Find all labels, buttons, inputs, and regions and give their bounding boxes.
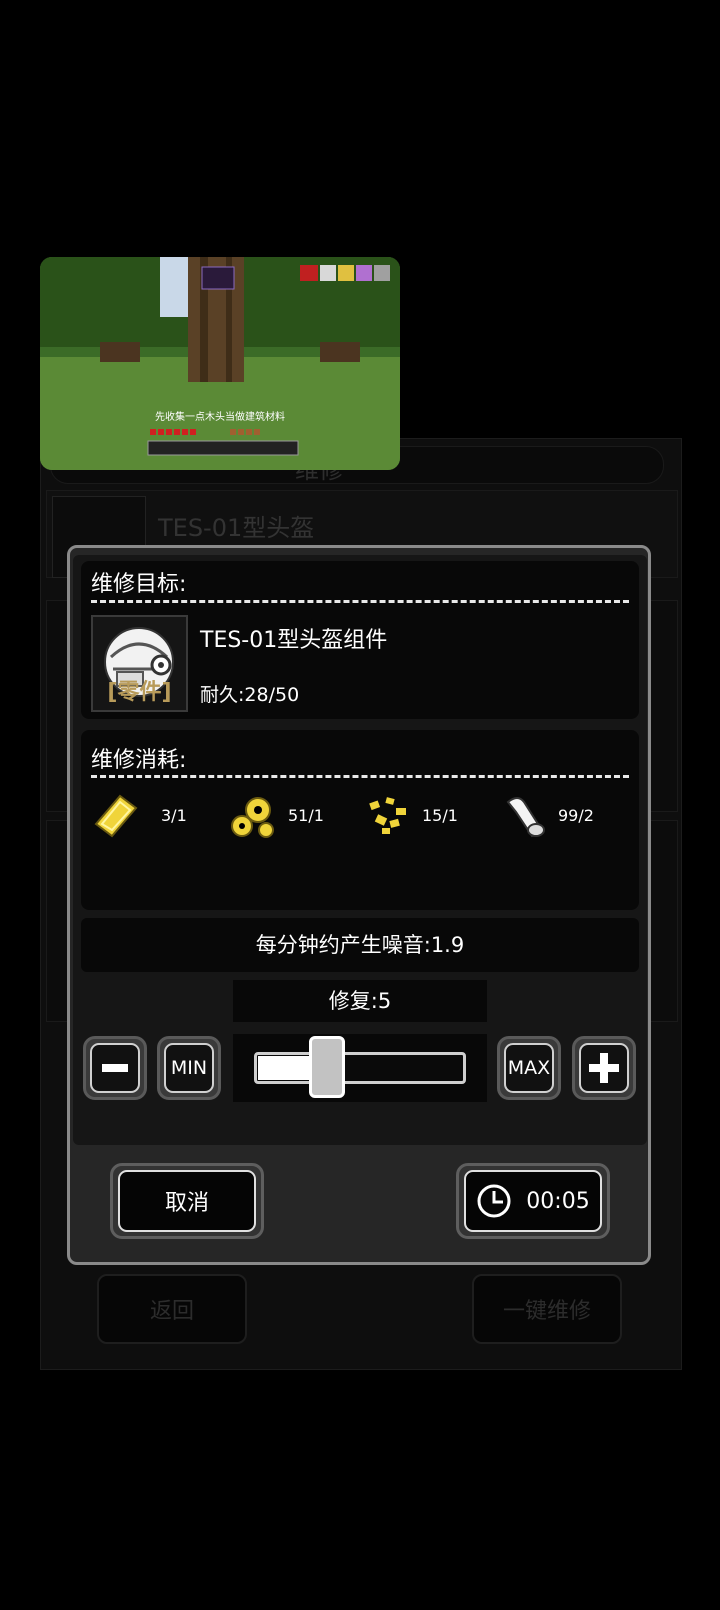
card-icon <box>90 790 142 842</box>
cancel-label: 取消 <box>118 1170 256 1232</box>
scroll-icon <box>498 790 550 842</box>
min-label: MIN <box>164 1043 214 1093</box>
repair-slider-fill <box>258 1056 309 1080</box>
video-overlay[interactable]: 先收集一点木头当做建筑材料 <box>40 257 400 470</box>
background-item-name: TES-01型头盔 <box>158 514 315 542</box>
nuggets-icon <box>362 790 414 842</box>
repair-all-button[interactable]: 一键维修 <box>472 1274 622 1344</box>
cost-value: 15/1 <box>422 806 458 825</box>
gears-icon <box>226 790 278 842</box>
item-name: TES-01型头盔组件 <box>200 628 388 653</box>
repair-cost-label: 维修消耗: <box>91 748 187 773</box>
min-button[interactable]: MIN <box>157 1036 221 1100</box>
increase-button[interactable] <box>572 1036 636 1100</box>
item-durability: 耐久:28/50 <box>200 684 300 706</box>
minus-icon <box>102 1064 128 1072</box>
repair-target-label: 维修目标: <box>91 572 187 597</box>
dashed-divider <box>91 600 629 603</box>
clock-icon <box>477 1184 511 1218</box>
decrease-button[interactable] <box>83 1036 147 1100</box>
cancel-button[interactable]: 取消 <box>110 1163 264 1239</box>
game-scene-image: 先收集一点木头当做建筑材料 <box>40 257 400 470</box>
item-icon-frame: [零件] <box>91 615 188 712</box>
repair-timer-button[interactable]: 00:05 <box>456 1163 610 1239</box>
repair-slider-thumb[interactable] <box>309 1036 345 1098</box>
video-subtitle: 先收集一点木头当做建筑材料 <box>155 410 285 423</box>
noise-info: 每分钟约产生噪音:1.9 <box>81 918 639 972</box>
plus-icon <box>589 1053 619 1083</box>
dashed-divider <box>91 775 629 778</box>
max-label: MAX <box>504 1043 554 1093</box>
part-tag: [零件] <box>107 680 172 705</box>
timer-text: 00:05 <box>526 1188 590 1214</box>
cost-value: 3/1 <box>161 806 187 825</box>
max-button[interactable]: MAX <box>497 1036 561 1100</box>
cost-value: 51/1 <box>288 806 324 825</box>
cost-value: 99/2 <box>558 806 594 825</box>
repair-amount-label: 修复:5 <box>233 980 487 1022</box>
back-button[interactable]: 返回 <box>97 1274 247 1344</box>
